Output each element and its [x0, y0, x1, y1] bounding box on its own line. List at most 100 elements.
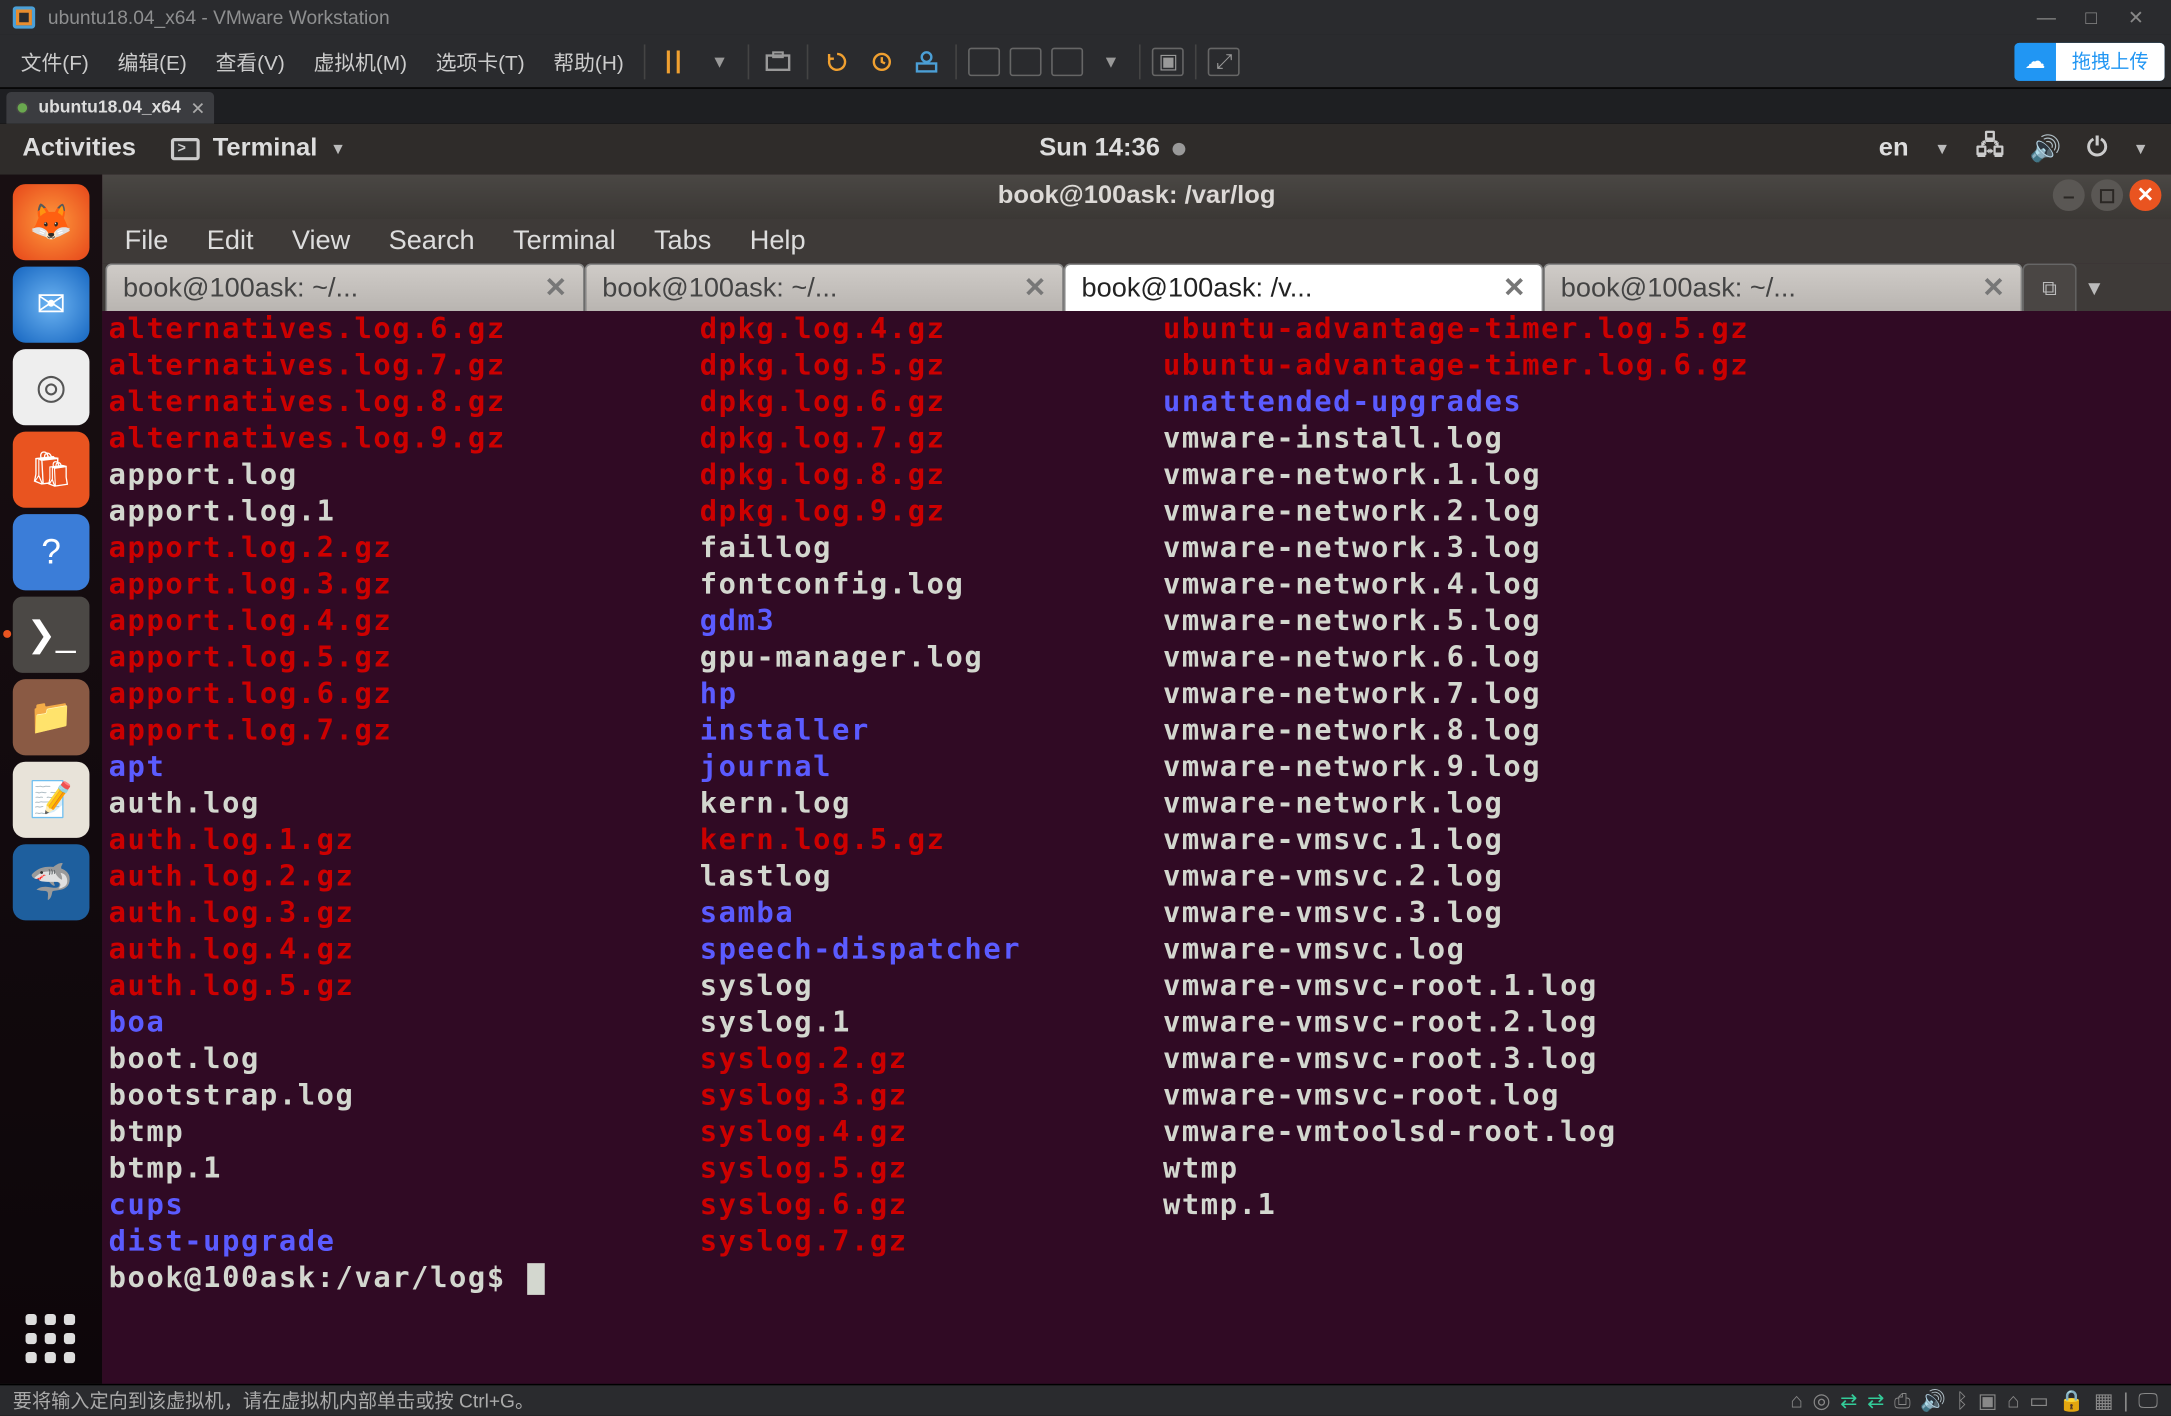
term-menu-file[interactable]: File [125, 225, 169, 257]
device-misc-icon[interactable]: ▦ [2094, 1388, 2114, 1413]
cloud-upload-button[interactable]: ☁ 拖拽上传 [2014, 42, 2164, 80]
close-icon[interactable]: ✕ [191, 98, 206, 119]
snapshot-take-icon[interactable] [865, 44, 900, 79]
close-icon[interactable]: ✕ [1503, 272, 1526, 304]
ls-entry: syslog.4.gz [700, 1114, 1163, 1150]
term-menu-terminal[interactable]: Terminal [513, 225, 616, 257]
term-menu-help[interactable]: Help [750, 225, 806, 257]
power-icon[interactable]: ⏻ [2087, 135, 2107, 164]
terminal-tab[interactable]: book@100ask: ~/...✕ [585, 263, 1064, 311]
device-cd-icon[interactable]: ◎ [1812, 1388, 1830, 1413]
ls-entry: auth.log.4.gz [109, 931, 700, 967]
tab-overflow-button[interactable]: ⧉ [2022, 263, 2076, 311]
term-menu-view[interactable]: View [292, 225, 350, 257]
vmware-tab[interactable]: ubuntu18.04_x64 ✕ [6, 92, 214, 124]
view-unity-icon[interactable] [1052, 47, 1084, 76]
guest-display[interactable]: Activities Terminal ▼ Sun 14:36 en ▼ 🖧 🔊… [0, 124, 2171, 1384]
ls-entry: vmware-network.2.log [1163, 494, 2165, 530]
device-lock-icon[interactable]: 🔒 [2059, 1388, 2085, 1413]
term-menu-tabs[interactable]: Tabs [654, 225, 711, 257]
device-usb2-icon[interactable]: ⌂ [2007, 1388, 2020, 1413]
fullscreen-icon[interactable]: ⤢ [1208, 47, 1240, 76]
close-icon[interactable]: ✕ [1024, 272, 1047, 304]
system-tray[interactable]: en ▼ 🖧 🔊 ⏻ ▼ [1879, 128, 2149, 171]
term-menu-edit[interactable]: Edit [207, 225, 254, 257]
snapshot-manager-icon[interactable] [910, 44, 945, 79]
device-hdd-icon[interactable]: ⌂ [1790, 1388, 1803, 1413]
device-display-icon[interactable]: ▣ [1978, 1388, 1998, 1413]
ls-row: apport.log.5.gzgpu-manager.logvmware-net… [109, 640, 2165, 676]
shell-prompt[interactable]: book@100ask:/var/log$ [109, 1260, 2165, 1296]
close-icon[interactable]: ✕ [544, 272, 567, 304]
clock-area[interactable]: Sun 14:36 [381, 135, 1844, 164]
device-sound-icon[interactable]: 🔊 [1920, 1388, 1946, 1413]
window-close-button[interactable]: ✕ [2129, 179, 2161, 211]
ls-row: dist-upgradesyslog.7.gz [109, 1223, 2165, 1259]
device-nic2-icon[interactable]: ⇄ [1867, 1388, 1884, 1413]
pause-icon[interactable]: || [657, 44, 692, 79]
volume-icon[interactable]: 🔊 [2030, 133, 2062, 165]
ls-entry: vmware-vmsvc.log [1163, 931, 2165, 967]
terminal-tab[interactable]: book@100ask: /v...✕ [1064, 263, 1543, 311]
dock-firefox-icon[interactable]: 🦊 [13, 184, 90, 260]
dock-software-icon[interactable]: 🛍 [13, 432, 90, 508]
ls-row: alternatives.log.6.gzdpkg.log.4.gzubuntu… [109, 311, 2165, 347]
terminal-tab-label: book@100ask: ~/... [1561, 272, 1796, 304]
window-minimize-button[interactable]: – [2053, 179, 2085, 211]
network-icon[interactable]: 🖧 [1976, 128, 2005, 171]
terminal-output[interactable]: alternatives.log.6.gzdpkg.log.4.gzubuntu… [102, 311, 2171, 1384]
tab-dropdown-button[interactable]: ▼ [2077, 263, 2112, 311]
device-nic-icon[interactable]: ⇄ [1840, 1388, 1857, 1413]
window-maximize-button[interactable]: ◻ [2091, 179, 2123, 211]
ls-row: apport.log.2.gzfaillogvmware-network.3.l… [109, 530, 2165, 566]
menu-help[interactable]: 帮助(H) [539, 46, 638, 76]
dock-thunderbird-icon[interactable]: ✉ [13, 267, 90, 343]
terminal-tab[interactable]: book@100ask: ~/...✕ [105, 263, 584, 311]
dock-rhythmbox-icon[interactable]: ◎ [13, 349, 90, 425]
revert-icon[interactable] [820, 44, 855, 79]
view-single-icon[interactable] [969, 47, 1001, 76]
device-printer-icon[interactable]: ⎙ [1894, 1388, 1911, 1413]
minimize-button[interactable]: — [2024, 6, 2069, 28]
menu-view[interactable]: 查看(V) [201, 46, 299, 76]
dock-help-icon[interactable]: ? [13, 514, 90, 590]
ls-entry: hp [700, 676, 1163, 712]
snapshot-icon[interactable] [761, 44, 796, 79]
menu-vm[interactable]: 虚拟机(M) [299, 46, 421, 76]
ls-entry: cups [109, 1187, 700, 1223]
ls-entry: speech-dispatcher [700, 931, 1163, 967]
dropdown2-icon[interactable]: ▾ [1093, 44, 1128, 79]
close-icon[interactable]: ✕ [1982, 272, 2005, 304]
console-icon[interactable]: ▣ [1153, 47, 1185, 76]
device-usb-icon[interactable]: ᛒ [1956, 1388, 1968, 1413]
maximize-button[interactable]: □ [2069, 6, 2114, 28]
dock-notes-icon[interactable]: 📝 [13, 762, 90, 838]
close-button[interactable]: ✕ [2113, 6, 2158, 28]
device-screen-icon[interactable]: 🖵 [2138, 1388, 2158, 1413]
term-menu-search[interactable]: Search [389, 225, 475, 257]
activities-button[interactable]: Activities [22, 135, 136, 164]
ls-entry: alternatives.log.8.gz [109, 384, 700, 420]
dock-wireshark-icon[interactable]: 🦈 [13, 844, 90, 920]
device-card-icon[interactable]: ▭ [2029, 1388, 2049, 1413]
status-devices[interactable]: ⌂ ◎ ⇄ ⇄ ⎙ 🔊 ᛒ ▣ ⌂ ▭ 🔒 ▦ | 🖵 [1790, 1388, 2158, 1413]
active-app-indicator[interactable]: Terminal ▼ [171, 135, 346, 164]
chevron-down-icon: ▼ [1934, 140, 1950, 157]
menu-edit[interactable]: 编辑(E) [103, 46, 201, 76]
ls-entry: btmp [109, 1114, 700, 1150]
menu-file[interactable]: 文件(F) [6, 46, 103, 76]
ls-entry: journal [700, 749, 1163, 785]
input-lang-label[interactable]: en [1879, 135, 1909, 164]
ls-entry: alternatives.log.6.gz [109, 311, 700, 347]
dropdown-icon[interactable]: ▾ [702, 44, 737, 79]
dock-terminal-icon[interactable]: ❯_ [13, 597, 90, 673]
ls-entry: gdm3 [700, 603, 1163, 639]
show-applications-button[interactable] [19, 1308, 83, 1371]
dock-files-icon[interactable]: 📁 [13, 679, 90, 755]
ls-row: apport.log.6.gzhpvmware-network.7.log [109, 676, 2165, 712]
terminal-titlebar[interactable]: book@100ask: /var/log – ◻ ✕ [102, 175, 2171, 219]
terminal-tab[interactable]: book@100ask: ~/... ✕ [1543, 263, 2022, 311]
ls-entry: boa [109, 1004, 700, 1040]
view-multi-icon[interactable] [1010, 47, 1042, 76]
menu-tabs[interactable]: 选项卡(T) [421, 46, 539, 76]
